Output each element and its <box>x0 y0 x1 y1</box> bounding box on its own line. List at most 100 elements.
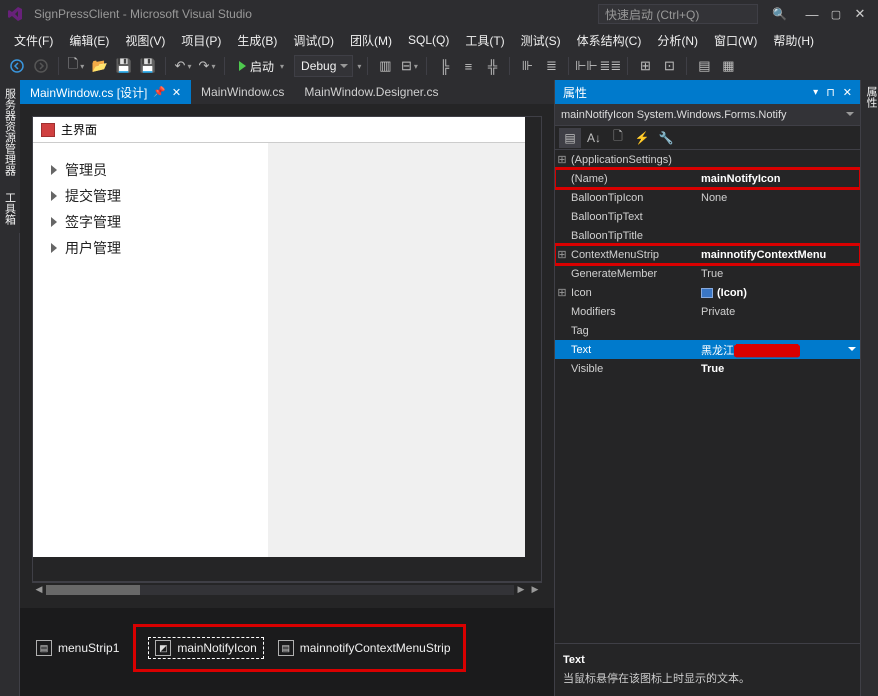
expand-icon[interactable]: ⊞ <box>555 248 569 261</box>
property-row[interactable]: ⊞Icon(Icon) <box>555 283 860 302</box>
property-row[interactable]: (Name)mainNotifyIcon <box>555 169 860 188</box>
menu-item[interactable]: 分析(N) <box>649 29 706 52</box>
expand-icon[interactable]: ⊞ <box>555 286 569 299</box>
menu-item[interactable]: 项目(P) <box>173 29 229 52</box>
property-row[interactable]: BalloonTipTitle <box>555 226 860 245</box>
tray-item-contextmenu[interactable]: ▤ mainnotifyContextMenuStrip <box>278 640 451 656</box>
menu-item[interactable]: 测试(S) <box>513 29 569 52</box>
categorized-button[interactable]: ▤ <box>559 128 581 148</box>
menu-item[interactable]: 视图(V) <box>117 29 173 52</box>
menu-item[interactable]: 体系结构(C) <box>569 29 650 52</box>
dropdown-icon[interactable] <box>848 347 856 351</box>
property-value[interactable]: 黑龙江████████ <box>697 342 860 358</box>
document-tab[interactable]: MainWindow.cs <box>191 80 294 104</box>
spacing-button-1[interactable]: ⊪ <box>516 55 538 77</box>
alphabetical-button[interactable]: A↓ <box>583 128 605 148</box>
align-button-2[interactable]: ≡ <box>457 55 479 77</box>
document-tab[interactable]: MainWindow.cs [设计]📌✕ <box>20 80 191 104</box>
designer-hscroll[interactable]: ◀ ▶ ▶ <box>32 582 542 596</box>
panel-dropdown-icon[interactable]: ▾ <box>813 87 818 98</box>
properties-button[interactable]: 🗋 <box>607 128 629 148</box>
menu-item[interactable]: 窗口(W) <box>706 29 765 52</box>
scroll-left-icon[interactable]: ◀ <box>32 584 46 595</box>
property-value[interactable]: True <box>697 268 860 280</box>
menu-item[interactable]: 工具(T) <box>457 29 512 52</box>
new-project-button[interactable]: 🗋▾ <box>65 55 87 77</box>
property-row[interactable]: ⊞ContextMenuStripmainnotifyContextMenu <box>555 245 860 264</box>
tray-item-notifyicon[interactable]: ◩ mainNotifyIcon <box>148 637 263 659</box>
tray-item-menustrip[interactable]: ▤ menuStrip1 <box>36 640 119 656</box>
pin-icon[interactable]: 📌 <box>153 87 165 98</box>
property-row[interactable]: Tag <box>555 321 860 340</box>
property-value[interactable]: None <box>697 192 860 204</box>
property-value[interactable]: (Icon) <box>697 287 860 299</box>
property-row[interactable]: GenerateMemberTrue <box>555 264 860 283</box>
close-button[interactable]: ✕ <box>848 6 872 22</box>
property-value[interactable]: mainnotifyContextMenu <box>697 249 860 261</box>
layout-button-2[interactable]: ⊟▾ <box>398 55 420 77</box>
save-button[interactable]: 💾 <box>113 55 135 77</box>
property-row[interactable]: ⊞(ApplicationSettings) <box>555 150 860 169</box>
property-grid[interactable]: ⊞(ApplicationSettings)(Name)mainNotifyIc… <box>555 150 860 643</box>
undo-button[interactable]: ↶▾ <box>172 55 194 77</box>
tree-node[interactable]: 管理员 <box>41 157 260 183</box>
tree-node[interactable]: 提交管理 <box>41 183 260 209</box>
pin-icon[interactable]: ⊓ <box>826 86 835 99</box>
property-value[interactable]: Private <box>697 306 860 318</box>
spacing-button-2[interactable]: ≣ <box>540 55 562 77</box>
nav-back-button[interactable] <box>6 55 28 77</box>
properties-title-bar[interactable]: 属性 ▾ ⊓ ✕ <box>555 80 860 104</box>
redo-button[interactable]: ↷▾ <box>196 55 218 77</box>
start-debug-button[interactable]: 启动 ▾ <box>231 55 292 77</box>
menu-item[interactable]: 调试(D) <box>285 29 342 52</box>
menu-item[interactable]: SQL(Q) <box>400 30 457 50</box>
expand-icon[interactable]: ⊞ <box>555 153 569 166</box>
property-row[interactable]: BalloonTipText <box>555 207 860 226</box>
search-icon[interactable]: 🔍 <box>772 7 786 21</box>
form-preview[interactable]: 主界面 管理员提交管理签字管理用户管理 <box>33 117 525 557</box>
property-value[interactable]: mainNotifyIcon <box>697 173 860 185</box>
menu-item[interactable]: 文件(F) <box>6 29 61 52</box>
menu-item[interactable]: 帮助(H) <box>765 29 822 52</box>
menu-item[interactable]: 编辑(E) <box>61 29 117 52</box>
scroll-corner-icon[interactable]: ▶ <box>528 584 542 595</box>
events-button[interactable]: ⚡ <box>631 128 653 148</box>
tree-node[interactable]: 用户管理 <box>41 235 260 261</box>
align-button-1[interactable]: ╠ <box>433 55 455 77</box>
maximize-button[interactable]: ▢ <box>824 8 848 21</box>
order-button-2[interactable]: ▦ <box>717 55 739 77</box>
designer-surface[interactable]: 主界面 管理员提交管理签字管理用户管理 <box>32 116 542 582</box>
menu-item[interactable]: 团队(M) <box>342 29 400 52</box>
properties-collapsed-tab[interactable]: 属性 <box>861 80 878 114</box>
property-row[interactable]: ModifiersPrivate <box>555 302 860 321</box>
layout-button-1[interactable]: ▥ <box>374 55 396 77</box>
property-pages-button[interactable]: 🔧 <box>655 128 677 148</box>
open-file-button[interactable]: 📂 <box>89 55 111 77</box>
document-tab[interactable]: MainWindow.Designer.cs <box>294 80 448 104</box>
properties-object-combo[interactable]: mainNotifyIcon System.Windows.Forms.Noti… <box>555 104 860 126</box>
align-button-3[interactable]: ╬ <box>481 55 503 77</box>
nav-forward-button[interactable] <box>30 55 52 77</box>
save-all-button[interactable]: 💾 <box>137 55 159 77</box>
center-button-2[interactable]: ⊡ <box>658 55 680 77</box>
property-value[interactable]: True <box>697 363 860 375</box>
quick-launch-input[interactable]: 快速启动 (Ctrl+Q) <box>598 4 758 24</box>
minimize-button[interactable]: — <box>800 7 824 22</box>
property-row[interactable]: Text黑龙江████████ <box>555 340 860 359</box>
tree-node[interactable]: 签字管理 <box>41 209 260 235</box>
server-explorer-tab[interactable]: 服务器资源管理器 <box>0 80 20 184</box>
form-tree-panel[interactable]: 管理员提交管理签字管理用户管理 <box>33 143 269 557</box>
form-content-panel[interactable] <box>269 143 525 557</box>
order-button-1[interactable]: ▤ <box>693 55 715 77</box>
distribute-button-1[interactable]: ⊩⊩ <box>575 55 597 77</box>
toolbox-tab[interactable]: 工具箱 <box>0 184 20 233</box>
property-row[interactable]: BalloonTipIconNone <box>555 188 860 207</box>
panel-close-icon[interactable]: ✕ <box>843 86 852 99</box>
menu-item[interactable]: 生成(B) <box>229 29 285 52</box>
property-row[interactable]: VisibleTrue <box>555 359 860 378</box>
config-dropdown-icon[interactable]: ▾ <box>357 62 361 71</box>
distribute-button-2[interactable]: ≣≣ <box>599 55 621 77</box>
close-tab-icon[interactable]: ✕ <box>172 86 181 99</box>
scroll-right-icon[interactable]: ▶ <box>514 584 528 595</box>
config-combo[interactable]: Debug <box>294 55 353 77</box>
